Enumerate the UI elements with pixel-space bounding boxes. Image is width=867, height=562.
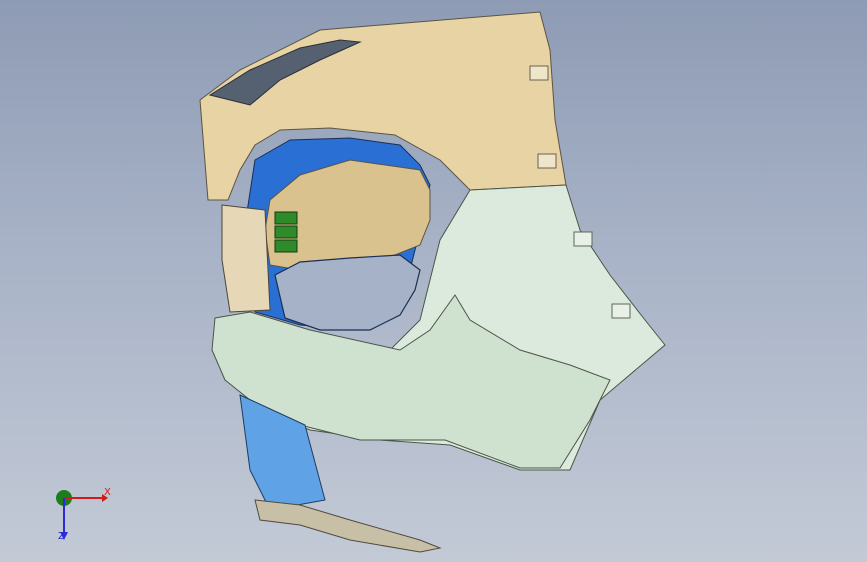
bumper-model-view[interactable] xyxy=(0,0,867,562)
green-clip xyxy=(274,239,298,253)
left-ribs xyxy=(221,204,271,313)
bottom-flange xyxy=(254,499,442,553)
side-tab xyxy=(537,153,557,169)
3d-viewport[interactable]: X Z xyxy=(0,0,867,562)
opening-window xyxy=(274,254,421,331)
green-clip xyxy=(274,211,298,225)
coordinate-triad xyxy=(56,490,108,540)
green-clip xyxy=(274,225,298,239)
triad-x-label: X xyxy=(104,487,111,498)
side-tab xyxy=(529,65,549,81)
side-tab xyxy=(611,303,631,319)
triad-z-label: Z xyxy=(58,531,65,542)
side-tab xyxy=(573,231,593,247)
